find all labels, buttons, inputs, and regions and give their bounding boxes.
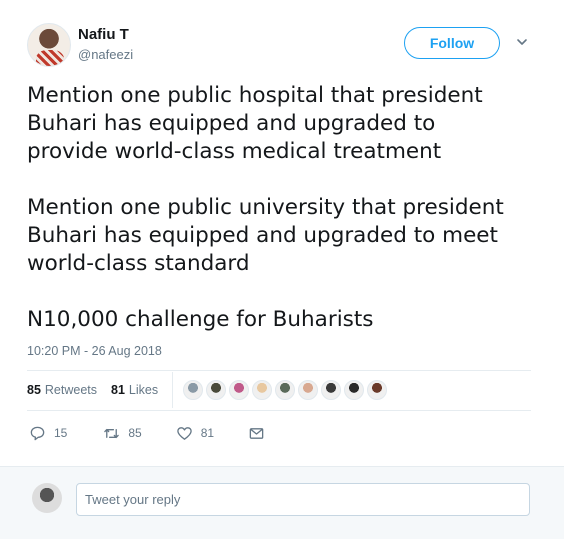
avatar-shirt	[36, 50, 64, 66]
tweet-paragraph: Mention one public hospital that preside…	[27, 82, 547, 166]
tweet-paragraph: Mention one public university that presi…	[27, 194, 547, 278]
like-count: 81	[200, 426, 215, 440]
liker-avatar[interactable]	[298, 380, 319, 400]
liker-avatars	[183, 380, 390, 400]
tweet-timestamp[interactable]: 10:20 PM - 26 Aug 2018	[27, 344, 162, 358]
liker-avatar[interactable]	[275, 380, 296, 400]
retweet-count: 85	[128, 426, 142, 440]
tweet-line: Buhari has equipped and upgraded to	[27, 111, 436, 136]
like-button[interactable]: 81	[176, 425, 214, 442]
liker-avatar[interactable]	[321, 380, 342, 400]
tweet-text: Mention one public hospital that preside…	[27, 82, 547, 362]
chevron-down-icon[interactable]	[515, 35, 529, 49]
heart-icon	[176, 426, 192, 440]
tweet-line: Buhari has equipped and upgraded to meet	[27, 223, 498, 248]
likes-count[interactable]: 81	[111, 383, 125, 397]
avatar[interactable]	[27, 23, 71, 67]
divider	[27, 410, 531, 411]
liker-avatar[interactable]	[183, 380, 204, 400]
liker-avatar[interactable]	[229, 380, 250, 400]
retweets-label[interactable]: Retweets	[45, 383, 97, 397]
liker-avatar[interactable]	[344, 380, 365, 400]
stats-separator	[172, 372, 174, 408]
likes-label[interactable]: Likes	[129, 383, 158, 397]
liker-avatar[interactable]	[252, 380, 273, 400]
retweet-icon	[104, 428, 120, 438]
liker-avatar[interactable]	[206, 380, 227, 400]
divider	[27, 370, 531, 371]
follow-button[interactable]: Follow	[404, 27, 500, 59]
current-user-avatar	[32, 483, 62, 513]
tweet-line: world-class standard	[27, 251, 250, 276]
tweet-paragraph: N10,000 challenge for Buharists	[27, 306, 547, 334]
tweet-line: Mention one public university that presi…	[27, 195, 504, 220]
reply-composer	[0, 466, 564, 539]
tweet-line: provide world-class medical treatment	[27, 139, 442, 164]
reply-icon	[30, 426, 45, 440]
tweet-stats: 85 Retweets 81 Likes	[27, 372, 390, 408]
tweet-line: N10,000 challenge for Buharists	[27, 307, 374, 332]
reply-input[interactable]	[76, 483, 530, 516]
tweet-card: Nafiu T @nafeezi Follow Mention one publ…	[0, 0, 564, 466]
display-name[interactable]: Nafiu T	[78, 26, 129, 43]
retweets-count[interactable]: 85	[27, 383, 41, 397]
envelope-icon	[249, 427, 264, 439]
reply-count: 15	[54, 426, 68, 440]
retweet-button[interactable]: 85	[103, 425, 142, 442]
user-handle[interactable]: @nafeezi	[78, 47, 133, 62]
tweet-line: Mention one public hospital that preside…	[27, 83, 483, 108]
reply-button[interactable]: 15	[29, 425, 67, 442]
direct-message-button[interactable]	[248, 425, 265, 442]
liker-avatar[interactable]	[367, 380, 388, 400]
tweet-actions: 15 85 81	[27, 422, 265, 444]
